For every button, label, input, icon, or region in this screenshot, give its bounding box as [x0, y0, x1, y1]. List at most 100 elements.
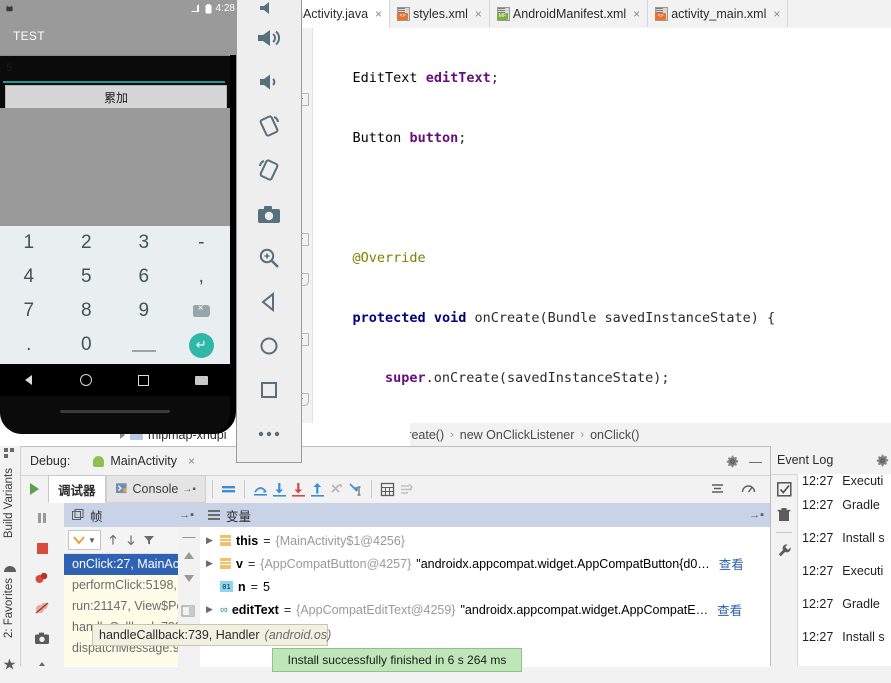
debug-session-tab[interactable]: MainActivity ×: [82, 447, 205, 475]
back-icon[interactable]: [237, 280, 301, 324]
nav-back-button[interactable]: [0, 375, 58, 385]
more-side-icon[interactable]: [20, 653, 64, 683]
star-icon[interactable]: [3, 658, 16, 671]
close-icon[interactable]: ×: [188, 454, 195, 468]
debug-side-actions[interactable]: [20, 503, 65, 667]
chevron-down-icon[interactable]: ▼: [88, 536, 96, 545]
frames-scrollbar[interactable]: —: [178, 527, 200, 667]
filter-icon[interactable]: [143, 534, 155, 546]
overview-icon[interactable]: [237, 368, 301, 412]
minimize-icon[interactable]: —: [749, 454, 762, 469]
key-0[interactable]: 0: [58, 334, 116, 356]
event-log-row[interactable]: 12:27 Install s: [798, 521, 891, 554]
wrench-icon[interactable]: [777, 543, 792, 558]
soft-keyboard[interactable]: 1 2 3 - 4 5 6 , 7 8 9 . 0 ↵: [0, 226, 230, 364]
rotate-left-icon[interactable]: [237, 104, 301, 148]
tool-button-build-variants[interactable]: Build Variants: [3, 468, 15, 538]
close-icon[interactable]: ×: [375, 7, 382, 21]
pin-icon[interactable]: →▪: [749, 509, 764, 521]
zoom-icon[interactable]: [237, 236, 301, 280]
run-to-cursor-icon[interactable]: [346, 480, 365, 499]
key-1[interactable]: 1: [0, 232, 58, 254]
thread-selector[interactable]: ▼: [68, 530, 101, 550]
frame-down-icon[interactable]: [125, 534, 137, 546]
trash-icon[interactable]: [777, 507, 791, 522]
gear-icon[interactable]: [726, 455, 739, 468]
tab-androidmanifest-xml[interactable]: MF AndroidManifest.xml ×: [490, 0, 649, 27]
key-period[interactable]: .: [0, 334, 58, 356]
debug-toolbar[interactable]: 调试器 Console →▪: [20, 475, 770, 503]
nav-keyboard-button[interactable]: [173, 375, 231, 385]
nav-home-button[interactable]: [58, 374, 116, 386]
force-step-into-icon[interactable]: [289, 480, 308, 499]
key-minus[interactable]: -: [173, 232, 231, 254]
pin-icon[interactable]: →▪: [179, 509, 194, 521]
expand-arrow-icon[interactable]: ▶: [206, 558, 215, 569]
scroll-up-icon[interactable]: [181, 549, 197, 563]
event-log-row[interactable]: 12:27 Gradle: [798, 587, 891, 620]
key-enter[interactable]: ↵: [173, 332, 231, 358]
key-5[interactable]: 5: [58, 266, 116, 288]
pin-icon[interactable]: →▪: [182, 484, 196, 495]
variable-row[interactable]: ▶ this = {MainActivity$1@4256}: [200, 529, 770, 552]
event-log-row[interactable]: 12:27 Gradle: [798, 488, 891, 521]
mute-breakpoints-side-icon[interactable]: [20, 593, 64, 623]
tab-console[interactable]: Console →▪: [105, 475, 206, 503]
tab-mainactivity-java[interactable]: nActivity.java ×: [290, 0, 391, 29]
tab-styles-xml[interactable]: <> styles.xml ×: [390, 0, 490, 27]
code-content[interactable]: EditText editText; Button button; @Overr…: [312, 28, 891, 423]
breadcrumb-item-2[interactable]: new OnClickListener: [460, 428, 575, 442]
key-2[interactable]: 2: [58, 232, 116, 254]
code-editor[interactable]: EditText editText; Button button; @Overr…: [290, 28, 891, 423]
restore-layout-icon[interactable]: [181, 605, 195, 617]
evaluate-expression-icon[interactable]: [378, 480, 397, 499]
editor-tab-bar[interactable]: nActivity.java × <> styles.xml × MF Andr…: [290, 0, 891, 29]
view-breakpoints-icon[interactable]: [20, 563, 64, 593]
step-over-icon[interactable]: [251, 480, 270, 499]
resume-program-button[interactable]: [20, 475, 48, 503]
accumulate-button[interactable]: 累加: [5, 85, 227, 109]
pause-icon[interactable]: [20, 503, 64, 533]
scroll-down-icon[interactable]: [181, 571, 197, 585]
key-8[interactable]: 8: [58, 300, 116, 322]
event-log-side-actions[interactable]: [771, 474, 797, 674]
variable-row[interactable]: 01 n = 5: [200, 575, 770, 598]
variable-row[interactable]: ▶ ∞ editText = {AppCompatEditText@4259} …: [200, 598, 770, 621]
close-icon[interactable]: ×: [633, 7, 640, 21]
phone-nav-bar[interactable]: [0, 364, 230, 396]
event-log-row[interactable]: 12:27 Install s: [798, 620, 891, 653]
frame-up-icon[interactable]: [107, 534, 119, 546]
breadcrumb-item-3[interactable]: onClick(): [590, 428, 639, 442]
rotate-right-icon[interactable]: [237, 148, 301, 192]
key-6[interactable]: 6: [115, 266, 173, 288]
key-9[interactable]: 9: [115, 300, 173, 322]
event-log-list[interactable]: 12:27 Executi 12:27 Gradle 12:27 Install…: [797, 474, 891, 666]
screenshot-icon[interactable]: [20, 623, 64, 653]
tab-activity-main-xml[interactable]: <> activity_main.xml ×: [648, 0, 789, 27]
key-7[interactable]: 7: [0, 300, 58, 322]
key-3[interactable]: 3: [115, 232, 173, 254]
mute-breakpoints-icon[interactable]: [219, 480, 238, 499]
close-icon[interactable]: ×: [475, 7, 482, 21]
variable-row[interactable]: ▶ v = {AppCompatButton@4257} "androidx.a…: [200, 552, 770, 575]
android-emulator-window[interactable]: 4:28 TEST 5 累加 1 2 3 - 4 5 6 , 7 8 9 × .…: [0, 0, 236, 434]
gear-icon[interactable]: [876, 454, 891, 467]
profiler-icon[interactable]: [739, 480, 758, 499]
key-4[interactable]: 4: [0, 266, 58, 288]
more-icon[interactable]: [237, 412, 301, 456]
step-out-icon[interactable]: [308, 480, 327, 499]
key-space[interactable]: [115, 338, 173, 352]
stop-icon[interactable]: [20, 533, 64, 563]
expand-arrow-icon[interactable]: ▶: [206, 604, 215, 615]
tab-debugger[interactable]: 调试器: [48, 475, 106, 503]
volume-up-icon[interactable]: [237, 16, 301, 60]
left-tool-rail[interactable]: Build Variants 2: Favorites: [0, 446, 21, 670]
checkbox-icon[interactable]: [776, 482, 792, 497]
key-backspace[interactable]: [173, 303, 231, 317]
camera-icon[interactable]: [237, 192, 301, 236]
step-into-icon[interactable]: [270, 480, 289, 499]
settings-lines-icon[interactable]: [708, 480, 727, 499]
event-log-row[interactable]: 12:27 Executi: [798, 554, 891, 587]
variables-list[interactable]: ▶ this = {MainActivity$1@4256} ▶ v = {Ap…: [200, 527, 770, 621]
key-comma[interactable]: ,: [173, 266, 231, 288]
